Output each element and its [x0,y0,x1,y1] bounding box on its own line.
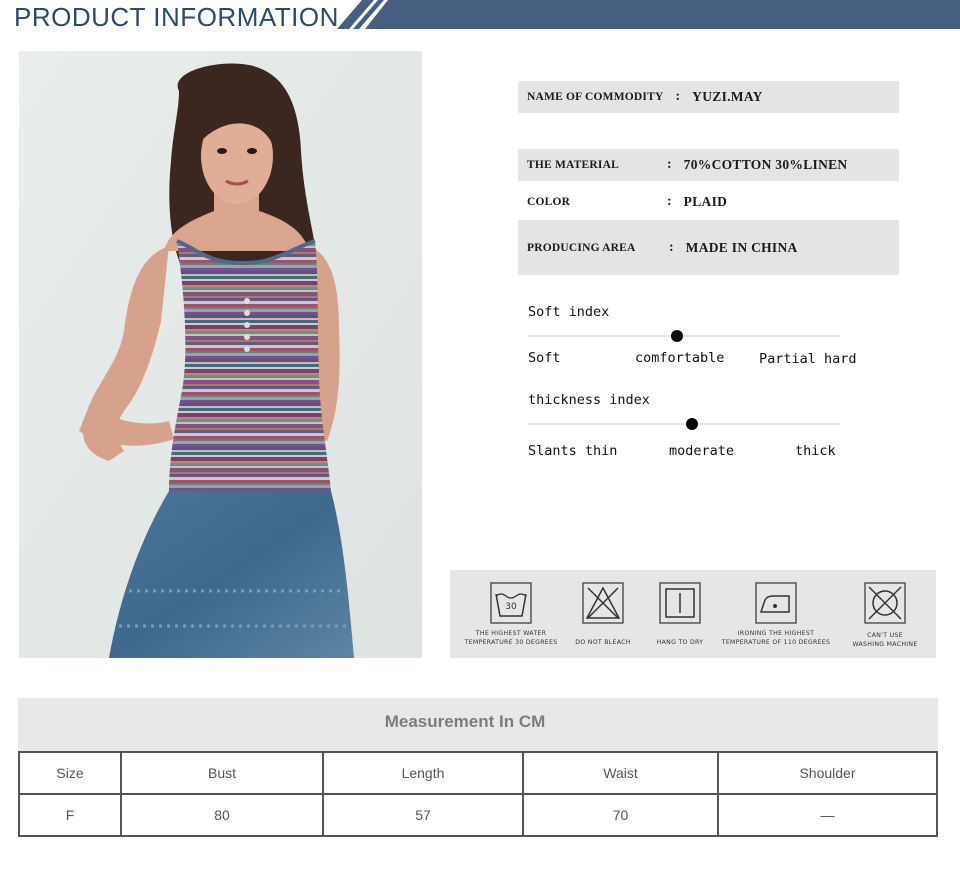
svg-text:30: 30 [505,602,517,612]
soft-index-mid-label: comfortable [635,350,725,366]
cell-size: F [18,793,122,837]
info-row-color: COLOR : PLAID [518,186,899,218]
care-label-no-machine-line2: WASHING MACHINE [852,641,918,648]
column-header-length: Length [322,751,524,795]
do-not-bleach-icon [582,582,624,624]
commodity-colon: : [675,89,681,104]
care-label-hang-dry: HANG TO DRY [656,639,704,646]
soft-index-high-label: Partial hard [759,351,857,367]
material-label: THE MATERIAL [527,159,619,171]
care-label-iron-line1: IRONING THE HIGHEST [737,630,815,637]
page-header: PRODUCT INFORMATION [0,0,960,34]
producing-area-colon: : [669,239,674,255]
table-row: F 80 57 70 — [18,793,938,837]
column-header-waist: Waist [522,751,719,795]
thickness-index-mid-label: moderate [669,443,735,459]
thickness-index-low-label: Slants thin [528,443,618,459]
producing-area-label: PRODUCING AREA [527,241,636,254]
care-label-wash-line2: TEMPERATURE 30 DEGREES [464,639,558,646]
commodity-value: YUZI.MAY [692,89,763,104]
wash-30-icon: 30 [490,582,532,624]
thickness-index-title: thickness index [528,392,650,408]
info-row-material: THE MATERIAL : 70%COTTON 30%LINEN [518,149,899,181]
column-header-size: Size [18,751,122,795]
iron-icon [755,582,797,624]
soft-index-title: Soft index [528,304,610,320]
page-title: PRODUCT INFORMATION [14,2,339,32]
cell-bust: 80 [120,793,324,837]
soft-index-scale [528,335,840,337]
care-label-iron-line2: TEMPERATURE OF 110 DEGREES [721,639,831,646]
thickness-index-scale [528,423,840,425]
product-photo [19,51,422,658]
commodity-label: NAME OF COMMODITY [527,91,664,103]
no-machine-wash-icon [864,582,906,624]
cell-waist: 70 [522,793,719,837]
color-label: COLOR [527,196,571,208]
measurement-title: Measurement In CM [384,712,546,731]
care-label-wash-line1: THE HIGHEST WATER [475,630,547,637]
soft-index-low-label: Soft [528,350,561,366]
table-header-row: Size Bust Length Waist Shoulder [18,751,938,795]
care-label-no-machine-line1: CAN'T USE [867,632,903,639]
info-row-producing-area: PRODUCING AREA : MADE IN CHINA [518,220,899,275]
material-colon: : [667,157,672,172]
producing-area-value: MADE IN CHINA [685,239,798,255]
measurement-table: Size Bust Length Waist Shoulder F 80 57 … [18,751,938,837]
info-row-commodity: NAME OF COMMODITY : YUZI.MAY [518,81,899,113]
care-instructions-panel: 30 THE HIGHEST WATER TEMPERATURE 30 DEGR… [450,570,936,658]
thickness-index-marker [685,418,698,430]
cell-shoulder: — [717,793,938,837]
column-header-bust: Bust [120,751,324,795]
column-header-shoulder: Shoulder [717,751,938,795]
cell-length: 57 [322,793,524,837]
color-value: PLAID [683,194,728,209]
color-colon: : [667,194,672,209]
material-value: 70%COTTON 30%LINEN [683,157,848,172]
soft-index-marker [670,330,683,342]
hang-to-dry-icon [659,582,701,624]
thickness-index-high-label: thick [795,443,836,459]
